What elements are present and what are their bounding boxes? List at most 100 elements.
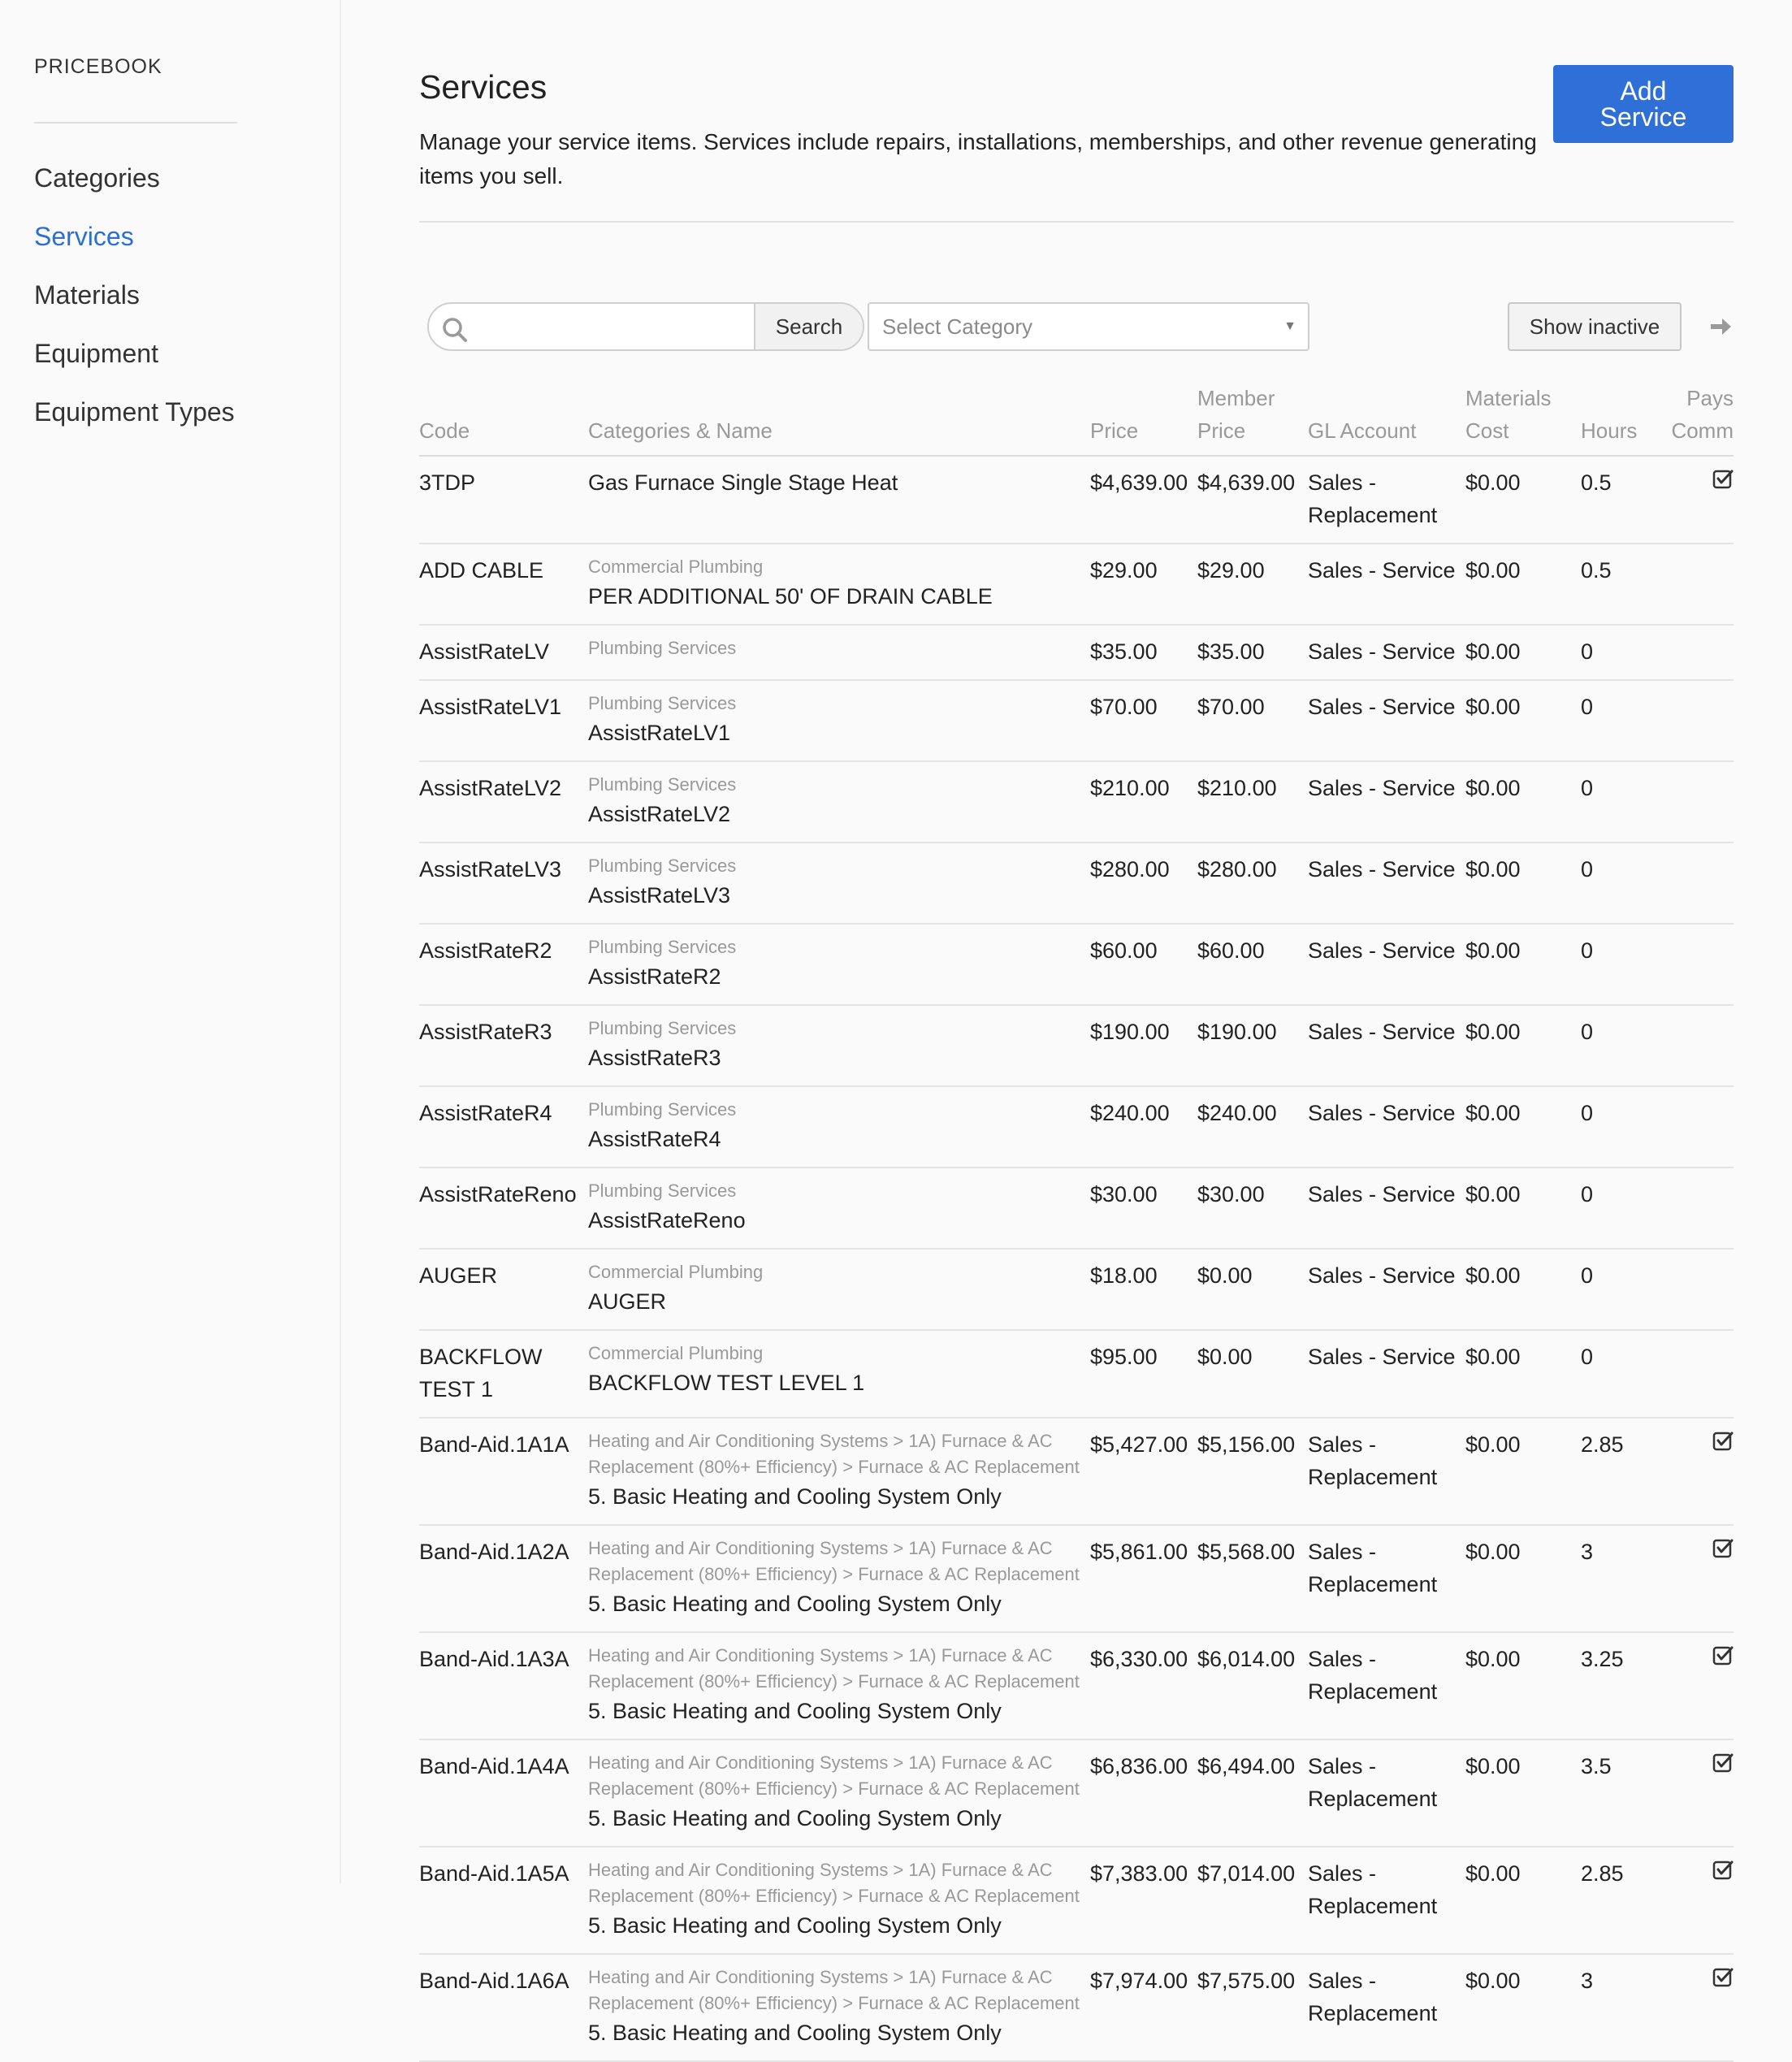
gl-account-cell: Sales - Service (1308, 1086, 1465, 1168)
gl-account-cell: Sales - Replacement (1308, 456, 1465, 544)
table-row[interactable]: AssistRateLV1 Plumbing Services AssistRate… (419, 680, 1734, 762)
sidebar: PRICEBOOK Categories Services Materials … (0, 0, 341, 1883)
service-name[interactable]: AssistRateLV1 (588, 717, 1090, 749)
table-row[interactable]: ADD CABLE Commercial Plumbing PER ADDITION… (419, 544, 1734, 626)
sidebar-item-equipment-types[interactable]: Equipment Types (34, 392, 235, 451)
table-row[interactable]: AssistRateR3 Plumbing Services AssistRateR… (419, 1005, 1734, 1087)
pays-comm-cell (1660, 1632, 1734, 1740)
price-cell: $30.00 (1090, 1167, 1197, 1250)
service-name[interactable]: 5. Basic Heating and Cooling System Only (588, 1909, 1090, 1942)
pays-comm-cell (1660, 625, 1734, 681)
gl-account-cell: Sales - Service (1308, 625, 1465, 681)
col-header-member-price[interactable]: Member Price (1197, 382, 1308, 457)
service-name[interactable]: AssistRateR3 (588, 1042, 1090, 1074)
code-cell: Band-Aid.1A6A (419, 1954, 588, 2062)
materials-cost-cell: $0.00 (1465, 1249, 1581, 1331)
gl-account-cell: Sales - Service (1308, 1005, 1465, 1087)
table-row[interactable]: AssistRateLV2 Plumbing Services AssistRate… (419, 761, 1734, 843)
name-cell: Heating and Air Conditioning Systems > 1… (588, 1525, 1090, 1633)
checked-checkbox-icon (1712, 1432, 1734, 1451)
gl-account-cell: Sales - Service (1308, 924, 1465, 1006)
show-inactive-button[interactable]: Show inactive (1508, 302, 1682, 351)
service-name[interactable]: AssistRateR4 (588, 1123, 1090, 1155)
search-input[interactable] (474, 304, 742, 349)
sidebar-item-materials[interactable]: Materials (34, 275, 235, 334)
category-select[interactable]: Select Category ▼ (868, 302, 1309, 351)
pays-comm-cell (1660, 1005, 1734, 1087)
member-price-cell: $210.00 (1197, 761, 1308, 843)
table-row[interactable]: Band-Aid.1A6A Heating and Air Conditionin… (419, 1954, 1734, 2062)
add-service-button[interactable]: Add Service (1553, 65, 1734, 143)
table-row[interactable]: Band-Aid.1A3A Heating and Air Conditionin… (419, 1632, 1734, 1740)
service-name[interactable]: 5. Basic Heating and Cooling System Only (588, 1588, 1090, 1620)
services-table: Code Categories & Name Price Member Pric… (419, 382, 1734, 2062)
pays-comm-cell (1660, 1249, 1734, 1331)
service-name[interactable]: 5. Basic Heating and Cooling System Only (588, 2017, 1090, 2049)
pays-comm-cell (1660, 1330, 1734, 1419)
service-name[interactable]: Gas Furnace Single Stage Heat (588, 466, 1090, 499)
price-cell: $18.00 (1090, 1249, 1197, 1331)
table-row[interactable]: 3TDP Gas Furnace Single Stage Heat $4,639.… (419, 456, 1734, 544)
col-header-code[interactable]: Code (419, 382, 588, 457)
table-row[interactable]: AssistRateReno Plumbing Services AssistRat… (419, 1167, 1734, 1250)
table-row[interactable]: Band-Aid.1A2A Heating and Air Conditionin… (419, 1525, 1734, 1633)
materials-cost-cell: $0.00 (1465, 761, 1581, 843)
name-cell: Commercial Plumbing PER ADDITIONAL 50' OF… (588, 544, 1090, 626)
table-row[interactable]: AssistRateR4 Plumbing Services AssistRateR… (419, 1086, 1734, 1168)
code-cell: AssistRateLV (419, 625, 588, 681)
service-name[interactable]: 5. Basic Heating and Cooling System Only (588, 1802, 1090, 1835)
service-category: Plumbing Services (588, 693, 737, 713)
col-header-materials-cost[interactable]: Materials Cost (1465, 382, 1581, 457)
sidebar-item-services[interactable]: Services (34, 217, 235, 275)
gl-account-cell: Sales - Service (1308, 680, 1465, 762)
member-price-cell: $190.00 (1197, 1005, 1308, 1087)
service-name[interactable]: BACKFLOW TEST LEVEL 1 (588, 1367, 1090, 1399)
materials-cost-cell: $0.00 (1465, 1005, 1581, 1087)
service-name[interactable]: AssistRateReno (588, 1204, 1090, 1237)
sidebar-item-equipment[interactable]: Equipment (34, 334, 235, 392)
materials-cost-cell: $0.00 (1465, 1847, 1581, 1955)
name-cell: Heating and Air Conditioning Systems > 1… (588, 1847, 1090, 1955)
table-row[interactable]: AUGER Commercial Plumbing AUGER $18.00 $0.00… (419, 1249, 1734, 1331)
col-header-hours[interactable]: Hours (1581, 382, 1660, 457)
header-divider (419, 221, 1734, 223)
member-price-cell: $30.00 (1197, 1167, 1308, 1250)
col-header-name[interactable]: Categories & Name (588, 382, 1090, 457)
name-cell: Heating and Air Conditioning Systems > 1… (588, 1739, 1090, 1848)
arrow-right-icon[interactable] (1708, 314, 1734, 340)
hours-cell: 0 (1581, 761, 1660, 843)
sidebar-item-categories[interactable]: Categories (34, 158, 235, 217)
col-header-price[interactable]: Price (1090, 382, 1197, 457)
checked-checkbox-icon (1712, 1968, 1734, 1987)
price-cell: $6,836.00 (1090, 1739, 1197, 1848)
member-price-cell: $6,494.00 (1197, 1739, 1308, 1848)
price-cell: $5,427.00 (1090, 1418, 1197, 1526)
code-cell: AssistRateR3 (419, 1005, 588, 1087)
price-cell: $240.00 (1090, 1086, 1197, 1168)
table-row[interactable]: AssistRateLV3 Plumbing Services AssistRate… (419, 843, 1734, 925)
col-header-pays-comm[interactable]: Pays Comm (1660, 382, 1734, 457)
table-row[interactable]: AssistRateLV Plumbing Services $35.00 $35.0… (419, 625, 1734, 681)
col-header-gl-account[interactable]: GL Account (1308, 382, 1465, 457)
member-price-cell: $240.00 (1197, 1086, 1308, 1168)
table-row[interactable]: Band-Aid.1A1A Heating and Air Conditionin… (419, 1418, 1734, 1526)
service-name[interactable]: AssistRateLV2 (588, 798, 1090, 830)
hours-cell: 0.5 (1581, 544, 1660, 626)
search-button[interactable]: Search (754, 304, 863, 349)
service-name[interactable]: AUGER (588, 1285, 1090, 1318)
price-cell: $210.00 (1090, 761, 1197, 843)
table-row[interactable]: AssistRateR2 Plumbing Services AssistRateR… (419, 924, 1734, 1006)
service-name[interactable]: AssistRateR2 (588, 960, 1090, 993)
search-box: Search (427, 302, 864, 351)
service-name[interactable]: 5. Basic Heating and Cooling System Only (588, 1695, 1090, 1727)
table-row[interactable]: Band-Aid.1A5A Heating and Air Conditionin… (419, 1847, 1734, 1955)
table-row[interactable]: Band-Aid.1A4A Heating and Air Conditionin… (419, 1739, 1734, 1848)
price-cell: $4,639.00 (1090, 456, 1197, 544)
code-cell: ADD CABLE (419, 544, 588, 626)
service-name[interactable]: 5. Basic Heating and Cooling System Only (588, 1480, 1090, 1513)
service-name[interactable]: PER ADDITIONAL 50' OF DRAIN CABLE (588, 580, 1090, 613)
service-category: Heating and Air Conditioning Systems > 1… (588, 1860, 1080, 1906)
table-row[interactable]: BACKFLOW TEST 1 Commercial Plumbing BACKFL… (419, 1330, 1734, 1419)
pays-comm-cell (1660, 843, 1734, 925)
service-name[interactable]: AssistRateLV3 (588, 879, 1090, 912)
